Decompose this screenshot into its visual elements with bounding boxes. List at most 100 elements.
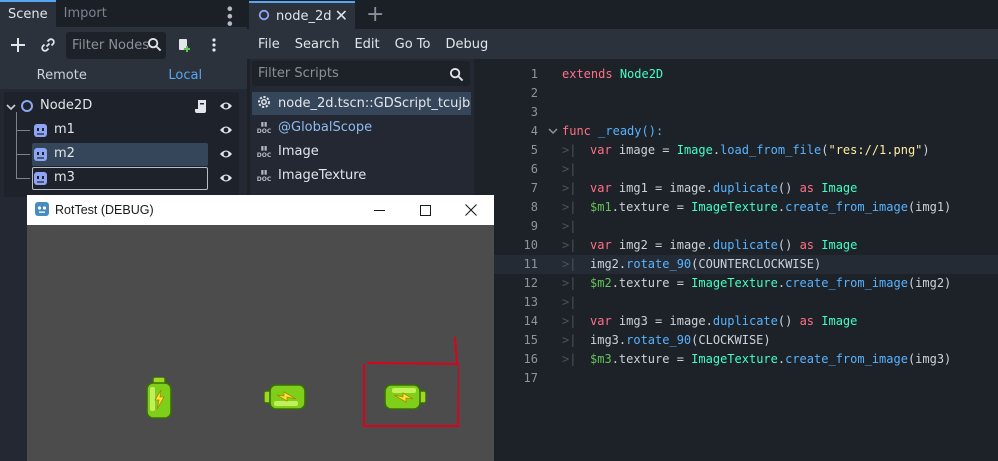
doc-icon: ▮▮ DOC [256, 168, 272, 183]
code-line-4: func _ready(): [562, 124, 664, 138]
line-number: 3 [530, 105, 538, 119]
code-line-8: $m1.texture = ImageTexture.create_from_i… [590, 200, 952, 214]
tree-node-m2[interactable]: m2 [4, 143, 239, 166]
script-item-label: ImageTexture [278, 168, 367, 183]
remote-local-switch: Remote Local [0, 63, 247, 89]
sprite-icon [33, 171, 48, 189]
dock-menu-icon[interactable]: ••• [220, 4, 239, 26]
collapse-arrow-icon[interactable] [6, 100, 16, 115]
fold-arrow-icon[interactable] [548, 126, 558, 139]
line-number: 6 [530, 162, 538, 176]
line-number: 2 [530, 86, 538, 100]
tab-label: node_2d [276, 8, 332, 24]
script-item-label: Image [278, 144, 319, 159]
gear-icon [256, 94, 272, 114]
sprite-icon [33, 123, 48, 141]
doc-icon: ▮▮ DOC [256, 144, 272, 159]
line-number: 1 [530, 67, 538, 81]
code-line-14: var img3 = image.duplicate() as Image [590, 314, 858, 328]
node-label: Node2D [40, 98, 93, 113]
tab-guide: >| [562, 162, 577, 176]
script-item-image[interactable]: ▮▮ DOC Image [252, 140, 471, 163]
script-item-label: node_2d.tscn::GDScript_tcujb [278, 96, 471, 111]
instance-scene-icon[interactable] [36, 33, 60, 57]
tab-guide: >| [562, 352, 577, 366]
scene-more-icon[interactable] [202, 33, 226, 57]
filter-nodes-input[interactable]: Filter Nodes [66, 31, 166, 59]
script-item-label: @GlobalScope [278, 120, 373, 135]
tab-guide: >| [562, 143, 577, 157]
debug-window-title: RotTest (DEBUG) [55, 203, 154, 217]
code-line-1: extends Node2D [562, 67, 664, 81]
tab-import[interactable]: Import [56, 0, 115, 27]
search-icon [449, 66, 464, 91]
code-editor[interactable]: 1 2 3 4 5 6 7 8 9 10 11 12 13 14 15 16 1… [480, 59, 998, 461]
add-tab-icon[interactable]: + [366, 2, 384, 27]
menu-goto[interactable]: Go To [395, 37, 431, 52]
dock-tab-bar: Scene Import ••• [0, 0, 247, 27]
maximize-button[interactable] [402, 195, 448, 225]
tab-scene[interactable]: Scene [0, 0, 56, 27]
script-item-globalscope[interactable]: ▮▮ DOC @GlobalScope [252, 116, 471, 139]
visibility-eye-icon[interactable] [219, 99, 233, 116]
tab-guide: >| [562, 314, 577, 328]
menu-file[interactable]: File [258, 37, 280, 52]
tab-guide: >| [562, 257, 577, 271]
filter-scripts-input[interactable]: Filter Scripts [252, 61, 470, 86]
filter-scripts-placeholder: Filter Scripts [258, 66, 339, 81]
tree-node-m1[interactable]: m1 [4, 119, 239, 142]
debug-window: RotTest (DEBUG) [27, 195, 494, 461]
tab-node-2d[interactable]: node_2d ✕ [249, 1, 355, 29]
tab-guide: >| [562, 238, 577, 252]
code-line-5: var image = Image.load_from_file("res://… [590, 143, 930, 157]
menu-edit[interactable]: Edit [354, 37, 379, 52]
line-number: 5 [530, 143, 538, 157]
code-line-7: var img1 = image.duplicate() as Image [590, 181, 858, 195]
editor-tab-bar: node_2d ✕ + [247, 0, 998, 29]
scene-tree: Node2D m1 m2 m3 [4, 92, 239, 197]
visibility-eye-icon[interactable] [219, 171, 233, 188]
node-label: m3 [54, 170, 75, 185]
scene-toolbar: Filter Nodes [0, 27, 247, 63]
godot-icon [35, 201, 49, 219]
tab-guide: >| [562, 219, 577, 233]
sprite-icon [33, 147, 48, 165]
node2d-icon [258, 9, 270, 24]
tab-guide: >| [562, 200, 577, 214]
script-icon[interactable] [195, 99, 209, 117]
tree-node-m3[interactable]: m3 [4, 167, 239, 190]
add-node-icon[interactable] [6, 33, 30, 57]
debug-window-titlebar[interactable]: RotTest (DEBUG) [27, 195, 494, 225]
filter-nodes-placeholder: Filter Nodes [72, 37, 150, 53]
search-icon [147, 37, 162, 56]
tab-guide: >| [562, 181, 577, 195]
minimize-button[interactable] [356, 195, 402, 225]
script-menu-bar: File Search Edit Go To Debug [247, 29, 998, 59]
tab-guide: >| [562, 295, 577, 309]
visibility-eye-icon[interactable] [219, 147, 233, 164]
close-window-button[interactable] [448, 195, 494, 225]
tab-guide: >| [562, 333, 577, 347]
tab-guide: >| [562, 276, 577, 290]
code-line-16: $m3.texture = ImageTexture.create_from_i… [590, 352, 952, 366]
remote-button[interactable]: Remote [0, 63, 124, 89]
battery-sprite-rotated-ccw [263, 383, 306, 414]
code-line-11: img2.rotate_90(COUNTERCLOCKWISE) [590, 257, 822, 271]
local-button[interactable]: Local [124, 63, 248, 89]
node-label: m2 [54, 146, 75, 161]
menu-search[interactable]: Search [295, 37, 340, 52]
node-label: m1 [54, 122, 75, 137]
close-tab-icon[interactable]: ✕ [335, 6, 348, 25]
attach-script-icon[interactable] [172, 33, 196, 57]
code-line-15: img3.rotate_90(CLOCKWISE) [590, 333, 771, 347]
script-item-imagetexture[interactable]: ▮▮ DOC ImageTexture [252, 164, 471, 187]
battery-sprite-upright [145, 376, 173, 422]
battery-sprite-rotated-cw [384, 383, 427, 414]
node2d-icon [20, 99, 34, 116]
line-number: 4 [530, 124, 538, 138]
tree-node-node2d[interactable]: Node2D [4, 95, 239, 118]
script-item-gdscript[interactable]: node_2d.tscn::GDScript_tcujb [252, 92, 471, 115]
code-line-10: var img2 = image.duplicate() as Image [590, 238, 858, 252]
visibility-eye-icon[interactable] [219, 123, 233, 140]
menu-debug[interactable]: Debug [445, 37, 488, 52]
